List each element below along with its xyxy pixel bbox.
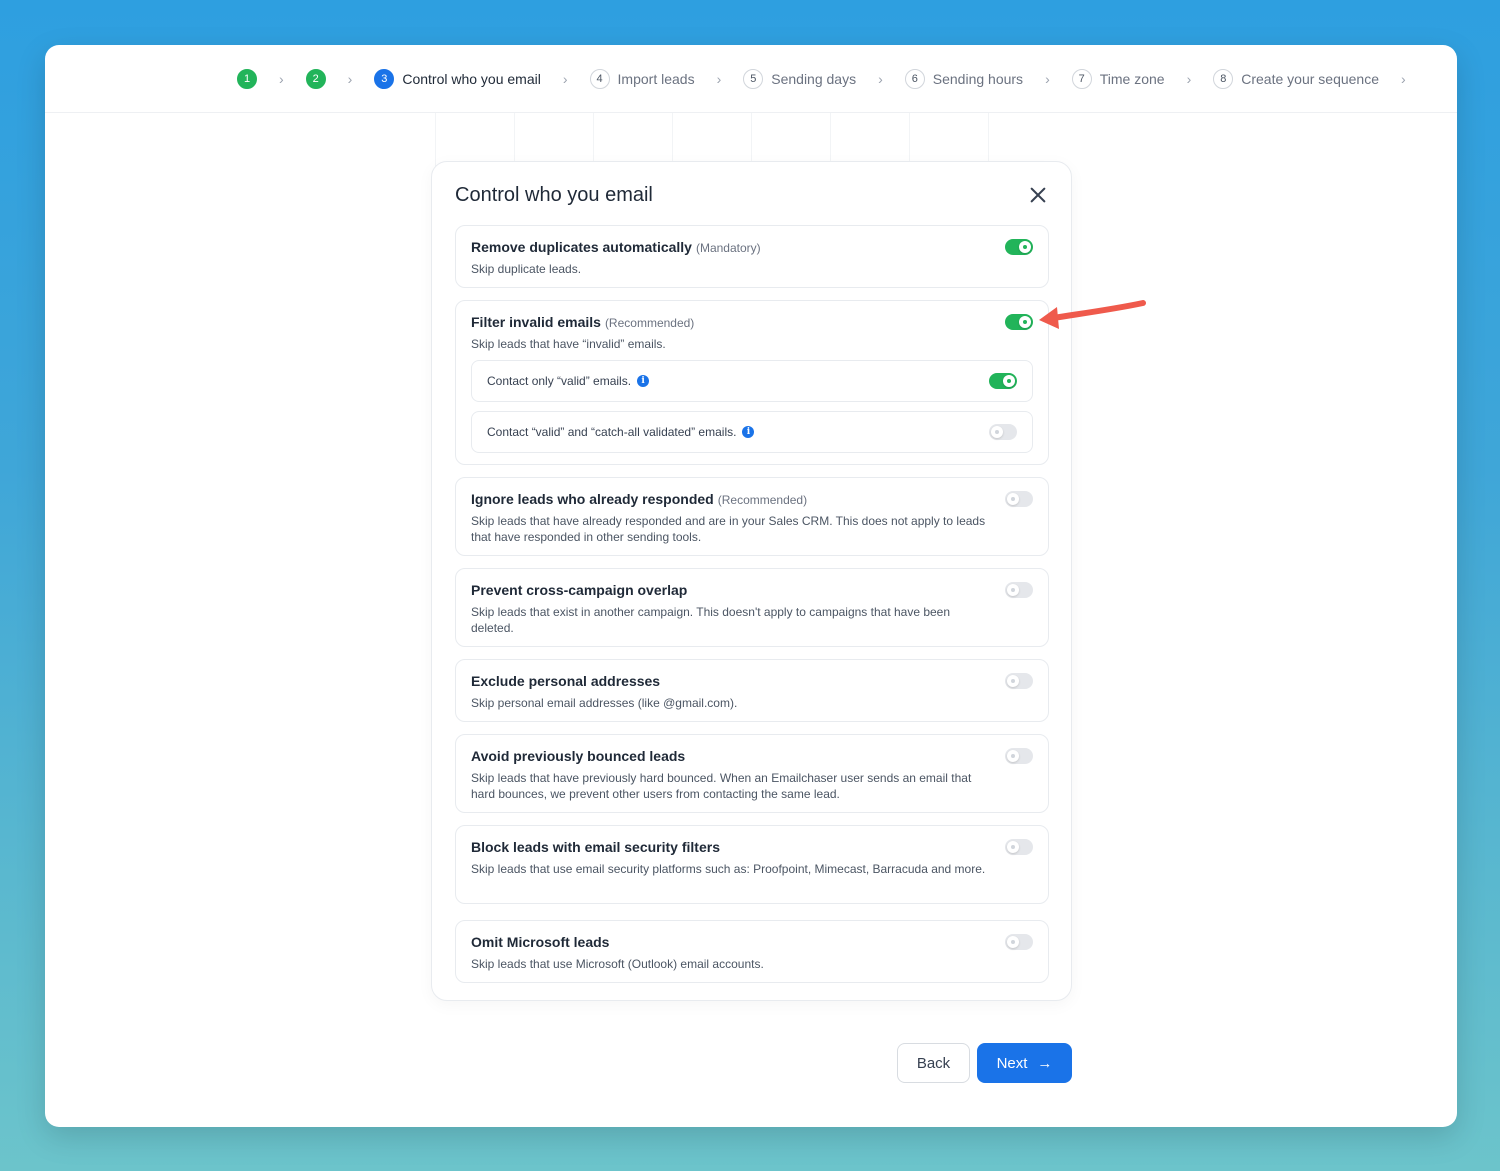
setting-filter-invalid-emails: Filter invalid emails (Recommended) Skip … [455, 300, 1049, 465]
setting-title: Prevent cross-campaign overlap [471, 582, 688, 598]
setting-description: Skip duplicate leads. [471, 262, 582, 276]
remove-duplicates-toggle[interactable] [1005, 239, 1033, 255]
option-label-text: Contact “valid” and “catch-all validated… [487, 425, 737, 439]
option-valid-only: Contact only “valid” emails. i [471, 360, 1033, 402]
block-security-filters-toggle[interactable] [1005, 839, 1033, 855]
option-label: Contact only “valid” emails. i [487, 374, 650, 388]
setting-tag: (Mandatory) [695, 241, 761, 255]
step-3[interactable]: 3 Control who you email [374, 68, 541, 89]
setting-omit-microsoft: Omit Microsoft leads Skip leads that use… [455, 920, 1049, 983]
option-valid-and-catch-all: Contact “valid” and “catch-all validated… [471, 411, 1033, 453]
option-label: Contact “valid” and “catch-all validated… [487, 425, 755, 439]
control-who-you-email-dialog: Control who you email Remove duplicates … [431, 161, 1072, 1001]
chevron-right-icon: › [562, 70, 568, 87]
ignore-responded-toggle[interactable] [1005, 491, 1033, 507]
setting-tag: (Recommended) [717, 493, 808, 507]
toggle-knob [1019, 316, 1031, 328]
setting-title: Block leads with email security filters [471, 839, 720, 855]
setting-exclude-personal: Exclude personal addresses Skip personal… [455, 659, 1049, 722]
info-icon[interactable]: i [742, 426, 755, 438]
step-4-number: 4 [589, 68, 610, 89]
setting-description: Skip leads that use email security platf… [471, 862, 986, 876]
avoid-bounced-toggle[interactable] [1005, 748, 1033, 764]
setting-title: Filter invalid emails (Recommended) [471, 314, 694, 330]
chevron-right-icon: › [347, 70, 353, 87]
setting-description: Skip leads that exist in another campaig… [471, 605, 951, 635]
toggle-knob [1007, 584, 1019, 596]
setting-avoid-bounced: Avoid previously bounced leads Skip lead… [455, 734, 1049, 813]
step-6-label: Sending hours [932, 70, 1024, 87]
chevron-right-icon: › [1045, 70, 1050, 87]
step-5-label: Sending days [771, 70, 857, 87]
setting-title: Ignore leads who already responded (Recom… [471, 491, 807, 507]
next-button[interactable]: Next → [977, 1043, 1072, 1083]
toggle-knob [1007, 493, 1019, 505]
step-1-number: 1 [237, 68, 257, 89]
step-8[interactable]: 8 Create your sequence [1213, 68, 1380, 89]
app-window: 1 › 2 › 3 Control who you email › 4 Impo… [45, 45, 1457, 1127]
info-icon[interactable]: i [637, 375, 650, 387]
option-label-text: Contact only “valid” emails. [487, 374, 632, 388]
setting-title: Avoid previously bounced leads [471, 748, 686, 764]
toggle-knob [1003, 375, 1015, 387]
filter-invalid-emails-toggle[interactable] [1005, 314, 1033, 330]
step-8-label: Create your sequence [1241, 70, 1380, 87]
toggle-knob [1007, 675, 1019, 687]
toggle-knob [1007, 750, 1019, 762]
setting-description: Skip leads that have already responded a… [471, 514, 986, 544]
chevron-right-icon: › [1186, 70, 1192, 87]
setting-description: Skip leads that have previously hard bou… [471, 771, 972, 801]
valid-and-catch-all-toggle[interactable] [989, 424, 1017, 440]
step-7-label: Time zone [1099, 70, 1165, 87]
arrow-right-icon: → [1037, 1054, 1053, 1072]
setting-description: Skip leads that use Microsoft (Outlook) … [471, 957, 764, 971]
toggle-knob [1007, 841, 1019, 853]
exclude-personal-toggle[interactable] [1005, 673, 1033, 689]
setting-tag: (Recommended) [604, 316, 695, 330]
step-8-number: 8 [1213, 68, 1234, 89]
annotation-arrow-icon [1039, 300, 1146, 329]
back-button[interactable]: Back [897, 1043, 970, 1083]
chevron-right-icon: › [1401, 70, 1406, 87]
step-7[interactable]: 7 Time zone [1071, 68, 1165, 89]
setting-remove-duplicates: Remove duplicates automatically (Mandator… [455, 225, 1049, 288]
stepper: 1 › 2 › 3 Control who you email › 4 Impo… [45, 45, 1457, 113]
setting-title-text: Remove duplicates automatically [471, 239, 692, 255]
chevron-right-icon: › [716, 70, 722, 87]
step-6-number: 6 [904, 68, 925, 89]
step-1[interactable]: 1 [237, 68, 257, 89]
toggle-knob [1019, 241, 1031, 253]
step-3-number: 3 [374, 68, 395, 89]
setting-title: Omit Microsoft leads [471, 934, 610, 950]
step-5[interactable]: 5 Sending days [743, 68, 857, 89]
step-5-number: 5 [743, 68, 764, 89]
setting-title-text: Filter invalid emails [471, 314, 601, 330]
step-2-number: 2 [305, 68, 326, 89]
chevron-right-icon: › [279, 70, 284, 87]
chevron-right-icon: › [878, 70, 883, 87]
toggle-knob [991, 426, 1003, 438]
close-icon[interactable] [1029, 186, 1047, 204]
omit-microsoft-toggle[interactable] [1005, 934, 1033, 950]
step-7-number: 7 [1071, 68, 1092, 89]
valid-only-toggle[interactable] [989, 373, 1017, 389]
setting-title-text: Ignore leads who already responded [471, 491, 714, 507]
cross-campaign-toggle[interactable] [1005, 582, 1033, 598]
step-6[interactable]: 6 Sending hours [904, 68, 1024, 89]
dialog-title: Control who you email [455, 184, 653, 206]
step-2[interactable]: 2 [305, 68, 326, 89]
step-4-label: Import leads [617, 70, 695, 87]
setting-block-security-filters: Block leads with email security filters … [455, 825, 1049, 904]
toggle-knob [1007, 936, 1019, 948]
setting-title: Exclude personal addresses [471, 673, 661, 689]
setting-cross-campaign-overlap: Prevent cross-campaign overlap Skip lead… [455, 568, 1049, 647]
next-button-label: Next [996, 1054, 1028, 1072]
setting-title: Remove duplicates automatically (Mandator… [471, 239, 761, 255]
step-4[interactable]: 4 Import leads [589, 68, 695, 89]
setting-description: Skip personal email addresses (like @gma… [471, 696, 738, 710]
setting-description: Skip leads that have “invalid” emails. [471, 337, 666, 351]
step-3-label: Control who you email [402, 70, 541, 87]
setting-ignore-responded: Ignore leads who already responded (Recom… [455, 477, 1049, 556]
